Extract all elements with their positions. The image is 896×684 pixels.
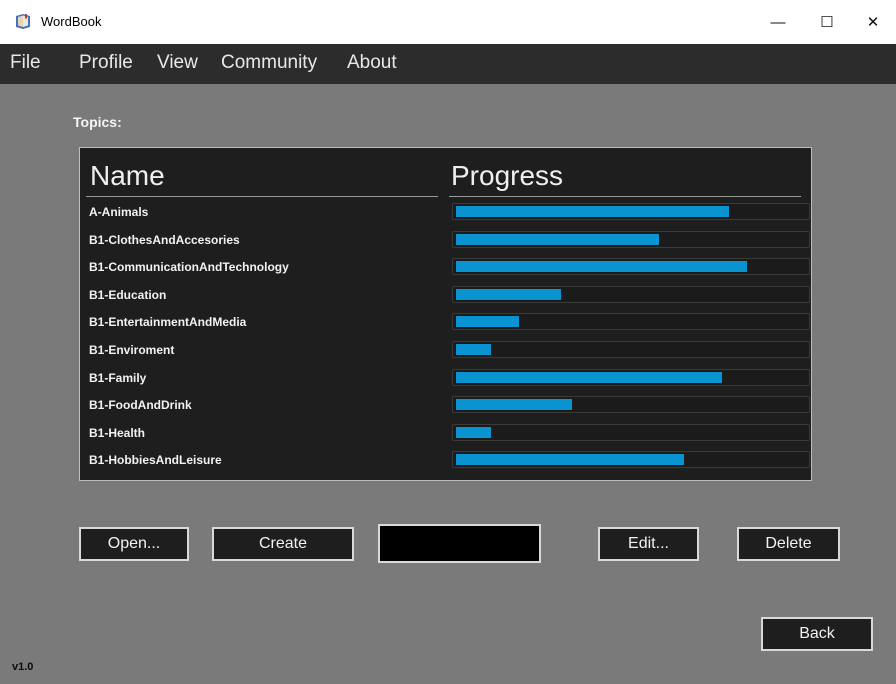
open-button[interactable]: Open... [79, 527, 189, 561]
topic-name[interactable]: A-Animals [89, 205, 148, 219]
topic-name[interactable]: B1-ClothesAndAccesories [89, 233, 240, 247]
progress-bar [452, 341, 810, 358]
progress-fill [456, 426, 491, 438]
progress-bar [452, 258, 810, 276]
topics-list[interactable]: Name Progress A-Animals B1-ClothesAndAcce… [79, 147, 812, 481]
edit-button[interactable]: Edit... [598, 527, 699, 561]
menu-about[interactable]: About [347, 52, 397, 74]
topic-name[interactable]: B1-HobbiesAndLeisure [89, 453, 222, 467]
progress-fill [456, 316, 519, 328]
menu-view[interactable]: View [157, 52, 198, 74]
menu-file[interactable]: File [10, 52, 41, 74]
minimize-button[interactable]: — [755, 6, 801, 38]
topics-label: Topics: [73, 114, 122, 130]
header-divider-name [86, 196, 438, 197]
window-title: WordBook [41, 14, 102, 29]
delete-button[interactable]: Delete [737, 527, 840, 561]
column-header-progress[interactable]: Progress [451, 160, 563, 192]
progress-fill [456, 371, 722, 383]
progress-bar [452, 230, 810, 248]
progress-fill [456, 399, 572, 411]
maximize-button[interactable]: ☐ [804, 6, 850, 38]
progress-bar [452, 285, 810, 303]
column-header-name[interactable]: Name [90, 160, 165, 192]
topic-name[interactable]: B1-Family [89, 371, 146, 385]
progress-bar [452, 396, 810, 414]
progress-fill [456, 288, 561, 300]
topic-name[interactable]: B1-EntertainmentAndMedia [89, 315, 246, 329]
menu-community[interactable]: Community [221, 52, 317, 74]
book-app-icon [16, 14, 30, 29]
menu-bar: File Profile View Community About [0, 44, 896, 84]
version-label: v1.0 [12, 661, 34, 673]
blank-button[interactable] [378, 524, 541, 563]
title-bar: WordBook — ☐ ✕ [0, 0, 896, 44]
topic-name[interactable]: B1-Education [89, 288, 166, 302]
menu-profile[interactable]: Profile [79, 52, 133, 74]
progress-bar [452, 313, 810, 331]
topic-name[interactable]: B1-FoodAndDrink [89, 398, 192, 412]
topic-name[interactable]: B1-Health [89, 426, 145, 440]
progress-fill [456, 454, 684, 466]
topic-name[interactable]: B1-Enviroment [89, 343, 174, 357]
progress-bar [452, 368, 810, 386]
progress-bar [452, 203, 810, 220]
topic-name[interactable]: B1-CommunicationAndTechnology [89, 260, 289, 274]
progress-fill [456, 344, 491, 355]
close-button[interactable]: ✕ [850, 6, 896, 38]
back-button[interactable]: Back [761, 617, 873, 651]
header-divider-progress [449, 196, 801, 197]
progress-bar [452, 423, 810, 441]
progress-fill [456, 233, 659, 245]
progress-fill [456, 206, 729, 217]
progress-bar [452, 451, 810, 469]
progress-fill [456, 261, 747, 273]
create-button[interactable]: Create [212, 527, 354, 561]
